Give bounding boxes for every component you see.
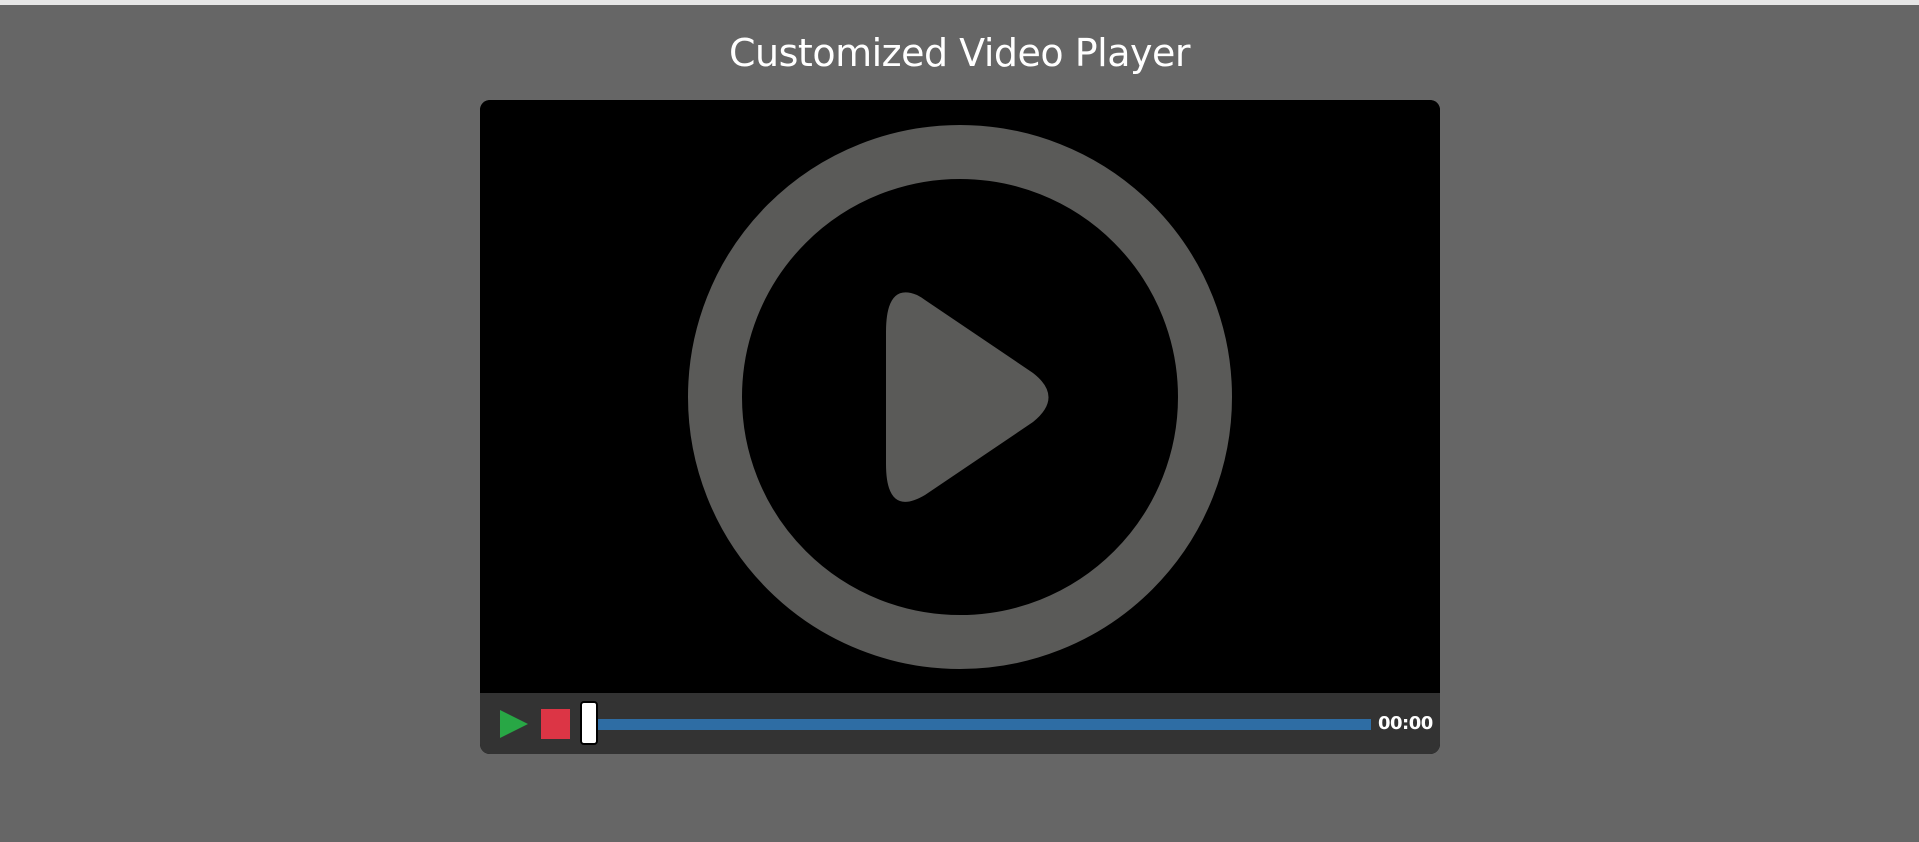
controls-bar: 00:00 xyxy=(480,693,1440,754)
play-circle-icon[interactable] xyxy=(480,100,1440,693)
stop-button[interactable] xyxy=(541,709,570,739)
top-border xyxy=(0,0,1919,5)
video-player: 00:00 xyxy=(480,100,1440,754)
time-display: 00:00 xyxy=(1378,713,1433,734)
play-button[interactable] xyxy=(499,709,529,739)
play-icon xyxy=(500,710,528,738)
video-screen[interactable] xyxy=(480,100,1440,693)
progress-bar[interactable] xyxy=(591,719,1371,730)
progress-thumb[interactable] xyxy=(580,701,598,745)
page-title: Customized Video Player xyxy=(729,31,1190,75)
